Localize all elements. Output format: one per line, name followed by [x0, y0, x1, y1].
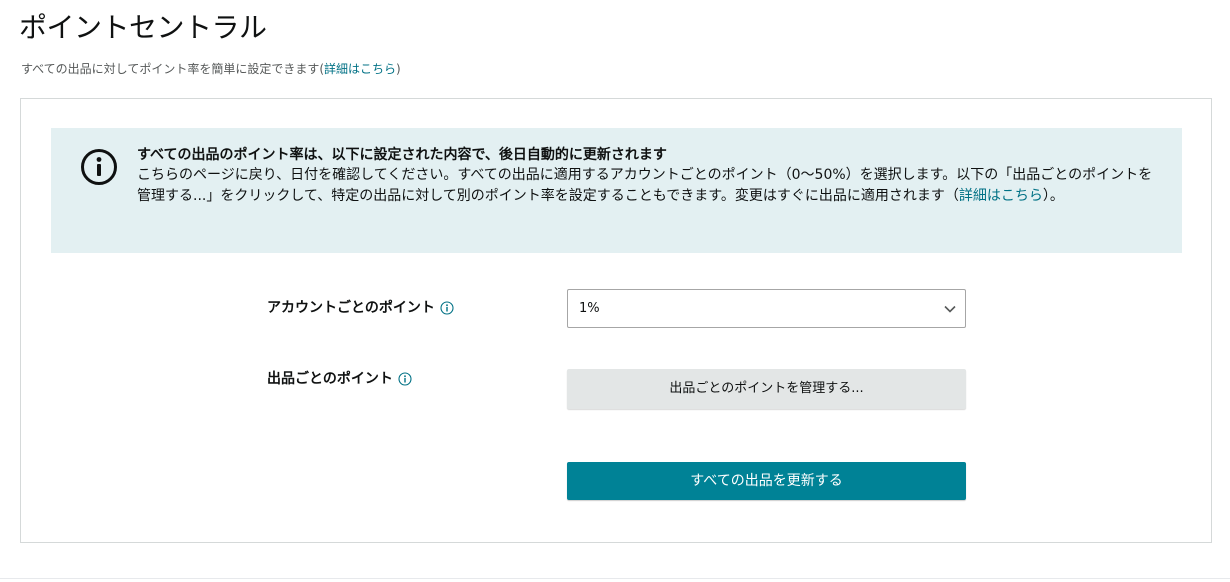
subtitle-suffix: ): [396, 62, 401, 76]
manage-listing-points-button[interactable]: 出品ごとのポイントを管理する...: [567, 369, 966, 409]
page-title: ポイントセントラル: [19, 11, 267, 44]
update-all-listings-button[interactable]: すべての出品を更新する: [567, 462, 966, 500]
points-settings-card: すべての出品のポイント率は、以下に設定された内容で、後日自動的に更新されます こ…: [20, 98, 1212, 543]
listing-points-label-row: 出品ごとのポイント: [267, 369, 412, 389]
alert-body: こちらのページに戻り、日付を確認してください。すべての出品に適用するアカウントご…: [137, 165, 1161, 207]
account-points-select[interactable]: 1%: [567, 289, 966, 328]
chevron-down-icon: [944, 305, 956, 313]
info-icon[interactable]: [398, 372, 412, 386]
listing-points-label: 出品ごとのポイント: [267, 371, 393, 387]
account-points-selected-value: 1%: [579, 301, 600, 316]
info-circle-icon: [81, 149, 117, 185]
alert-details-link[interactable]: 詳細はこちら: [959, 188, 1043, 204]
info-alert: すべての出品のポイント率は、以下に設定された内容で、後日自動的に更新されます こ…: [51, 128, 1182, 253]
page-bottom-divider: [0, 578, 1230, 579]
info-icon[interactable]: [440, 301, 454, 315]
subtitle-details-link[interactable]: 詳細はこちら: [324, 62, 396, 76]
page-subtitle: すべての出品に対してポイント率を簡単に設定できます(詳細はこちら): [21, 60, 401, 78]
alert-body-suffix: ）。: [1042, 188, 1064, 204]
account-points-label: アカウントごとのポイント: [267, 300, 435, 316]
alert-title: すべての出品のポイント率は、以下に設定された内容で、後日自動的に更新されます: [137, 147, 667, 163]
subtitle-text: すべての出品に対してポイント率を簡単に設定できます(: [21, 62, 325, 76]
account-points-label-row: アカウントごとのポイント: [267, 298, 454, 318]
